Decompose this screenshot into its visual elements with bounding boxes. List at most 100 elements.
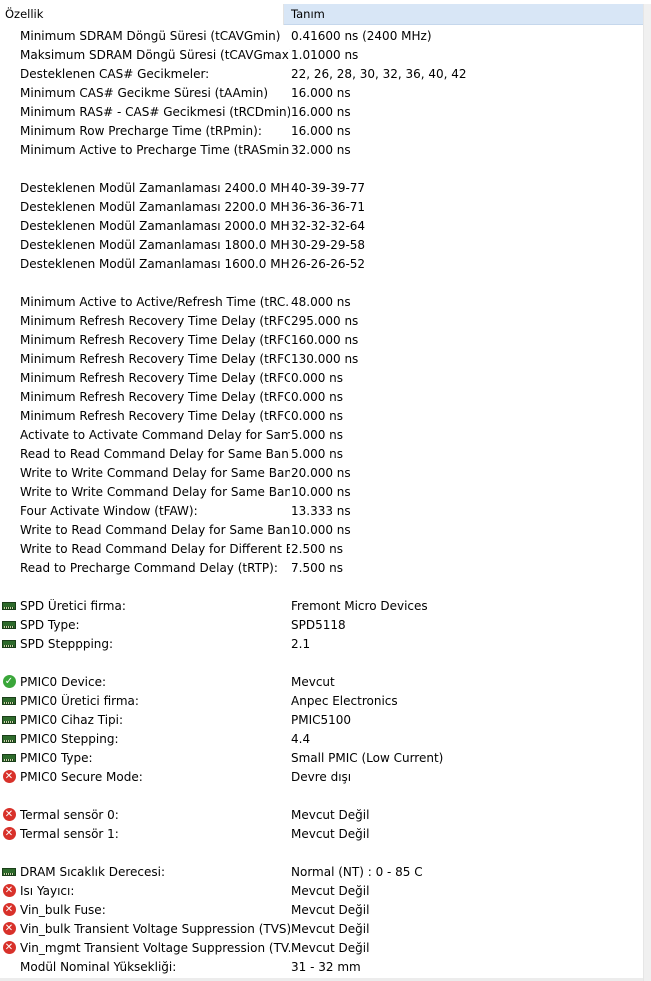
property-value: Mevcut Değil: [291, 826, 370, 841]
blank-icon-slot: [0, 311, 18, 330]
property-name: Write to Read Command Delay for Same Ban…: [20, 522, 290, 537]
table-row[interactable]: Desteklenen Modül Zamanlaması 1800.0 MHz…: [0, 235, 651, 254]
property-name: PMIC0 Cihaz Tipi:: [20, 712, 124, 727]
property-value: Anpec Electronics: [291, 693, 398, 708]
table-row[interactable]: Minimum Active to Active/Refresh Time (t…: [0, 292, 651, 311]
property-value: 0.000 ns: [291, 389, 344, 404]
property-name: Desteklenen CAS# Gecikmeler:: [20, 66, 210, 81]
property-value: 13.333 ns: [291, 503, 351, 518]
table-row[interactable]: Minimum Active to Precharge Time (tRASmi…: [0, 140, 651, 159]
property-value: 36-36-36-71: [291, 199, 366, 214]
property-value: 130.000 ns: [291, 351, 359, 366]
property-name: PMIC0 Device:: [20, 674, 107, 689]
table-row[interactable]: SPD Type: SPD5118: [0, 615, 651, 634]
blank-icon-slot: [0, 957, 18, 976]
error-x-icon: ✕: [0, 881, 18, 900]
property-value: 26-26-26-52: [291, 256, 366, 271]
table-row[interactable]: Desteklenen Modül Zamanlaması 2000.0 MHz…: [0, 216, 651, 235]
table-row[interactable]: Desteklenen CAS# Gecikmeler: 22, 26, 28, …: [0, 64, 651, 83]
memory-module-icon: [0, 862, 18, 881]
table-row[interactable]: ✕ PMIC0 Secure Mode: Devre dışı: [0, 767, 651, 786]
blank-icon-slot: [0, 121, 18, 140]
property-name: Desteklenen Modül Zamanlaması 2400.0 MHz…: [20, 180, 290, 195]
property-name: Minimum SDRAM Döngü Süresi (tCAVGmin): [20, 28, 281, 43]
memory-module-icon: [0, 596, 18, 615]
table-row[interactable]: Minimum Refresh Recovery Time Delay (tRF…: [0, 406, 651, 425]
property-name: SPD Steppping:: [20, 636, 114, 651]
table-row[interactable]: Activate to Activate Command Delay for S…: [0, 425, 651, 444]
table-row[interactable]: Minimum Refresh Recovery Time Delay (tRF…: [0, 368, 651, 387]
table-row[interactable]: DRAM Sıcaklık Derecesi: Normal (NT) : 0 -…: [0, 862, 651, 881]
vertical-scrollbar[interactable]: [643, 4, 651, 981]
table-row[interactable]: Minimum Refresh Recovery Time Delay (tRF…: [0, 311, 651, 330]
table-row[interactable]: PMIC0 Üretici firma: Anpec Electronics: [0, 691, 651, 710]
property-name: Minimum Refresh Recovery Time Delay (tRF…: [20, 370, 290, 385]
table-row[interactable]: Minimum Refresh Recovery Time Delay (tRF…: [0, 349, 651, 368]
table-row[interactable]: Minimum Row Precharge Time (tRPmin): 16.0…: [0, 121, 651, 140]
table-row[interactable]: Minimum CAS# Gecikme Süresi (tAAmin) 16.0…: [0, 83, 651, 102]
table-row[interactable]: Modül Nominal Yüksekliği: 31 - 32 mm: [0, 957, 651, 976]
property-name: Minimum Row Precharge Time (tRPmin):: [20, 123, 262, 138]
blank-icon-slot: [0, 425, 18, 444]
table-row[interactable]: Minimum RAS# - CAS# Gecikmesi (tRCDmin):…: [0, 102, 651, 121]
property-name: Termal sensör 0:: [20, 807, 119, 822]
property-name: Minimum Active to Precharge Time (tRASmi…: [20, 142, 290, 157]
property-value: Small PMIC (Low Current): [291, 750, 444, 765]
table-row[interactable]: ✕ Isı Yayıcı: Mevcut Değil: [0, 881, 651, 900]
column-header-description[interactable]: Tanım: [284, 4, 643, 25]
property-name: Minimum RAS# - CAS# Gecikmesi (tRCDmin):: [20, 104, 290, 119]
blank-icon-slot: [0, 26, 18, 45]
table-row[interactable]: Read to Read Command Delay for Same Bank…: [0, 444, 651, 463]
table-row[interactable]: Write to Write Command Delay for Same Ba…: [0, 482, 651, 501]
blank-icon-slot: [0, 273, 18, 292]
property-name: Maksimum SDRAM Döngü Süresi (tCAVGmax): [20, 47, 290, 62]
table-row[interactable]: Desteklenen Modül Zamanlaması 1600.0 MHz…: [0, 254, 651, 273]
property-value: 32.000 ns: [291, 142, 351, 157]
table-row[interactable]: ✕ Vin_bulk Fuse: Mevcut Değil: [0, 900, 651, 919]
property-name: PMIC0 Stepping:: [20, 731, 119, 746]
table-row[interactable]: PMIC0 Stepping: 4.4: [0, 729, 651, 748]
table-row[interactable]: Write to Read Command Delay for Same Ban…: [0, 520, 651, 539]
table-row[interactable]: Read to Precharge Command Delay (tRTP): 7…: [0, 558, 651, 577]
table-row[interactable]: ✕ Termal sensör 1: Mevcut Değil: [0, 824, 651, 843]
property-name: Isı Yayıcı:: [20, 883, 75, 898]
table-row[interactable]: PMIC0 Cihaz Tipi: PMIC5100: [0, 710, 651, 729]
table-row[interactable]: Minimum SDRAM Döngü Süresi (tCAVGmin) 0.4…: [0, 26, 651, 45]
property-value: 1.01000 ns: [291, 47, 359, 62]
property-name: Minimum Refresh Recovery Time Delay (tRF…: [20, 332, 290, 347]
table-row[interactable]: Desteklenen Modül Zamanlaması 2200.0 MHz…: [0, 197, 651, 216]
property-name: PMIC0 Üretici firma:: [20, 693, 139, 708]
error-x-icon: ✕: [0, 805, 18, 824]
property-value: 295.000 ns: [291, 313, 359, 328]
blank-icon-slot: [0, 178, 18, 197]
table-row[interactable]: PMIC0 Type: Small PMIC (Low Current): [0, 748, 651, 767]
table-row[interactable]: ✕ Vin_bulk Transient Voltage Suppression …: [0, 919, 651, 938]
table-row[interactable]: Minimum Refresh Recovery Time Delay (tRF…: [0, 330, 651, 349]
table-row[interactable]: Desteklenen Modül Zamanlaması 2400.0 MHz…: [0, 178, 651, 197]
table-row[interactable]: Maksimum SDRAM Döngü Süresi (tCAVGmax) 1.…: [0, 45, 651, 64]
table-row[interactable]: Write to Write Command Delay for Same Ba…: [0, 463, 651, 482]
blank-icon-slot: [0, 501, 18, 520]
blank-icon-slot: [0, 406, 18, 425]
table-row[interactable]: Minimum Refresh Recovery Time Delay (tRF…: [0, 387, 651, 406]
property-value: 2.500 ns: [291, 541, 344, 556]
column-header-property[interactable]: Özellik: [0, 4, 284, 25]
property-name: Four Activate Window (tFAW):: [20, 503, 198, 518]
blank-icon-slot: [0, 159, 18, 178]
table-row[interactable]: Four Activate Window (tFAW): 13.333 ns: [0, 501, 651, 520]
error-x-icon: ✕: [0, 767, 18, 786]
property-value: 5.000 ns: [291, 446, 344, 461]
blank-icon-slot: [0, 235, 18, 254]
blank-icon-slot: [0, 463, 18, 482]
table-row[interactable]: SPD Steppping: 2.1: [0, 634, 651, 653]
property-name: Desteklenen Modül Zamanlaması 2200.0 MHz…: [20, 199, 290, 214]
table-row[interactable]: ✓ PMIC0 Device: Mevcut: [0, 672, 651, 691]
spacer-row: [0, 786, 651, 805]
table-row[interactable]: SPD Üretici firma: Fremont Micro Devices: [0, 596, 651, 615]
table-row[interactable]: Write to Read Command Delay for Differen…: [0, 539, 651, 558]
memory-module-icon: [0, 748, 18, 767]
table-row[interactable]: ✕ Termal sensör 0: Mevcut Değil: [0, 805, 651, 824]
table-row[interactable]: ✕ Vin_mgmt Transient Voltage Suppression …: [0, 938, 651, 957]
property-name: Activate to Activate Command Delay for S…: [20, 427, 290, 442]
property-name: DRAM Sıcaklık Derecesi:: [20, 864, 166, 879]
